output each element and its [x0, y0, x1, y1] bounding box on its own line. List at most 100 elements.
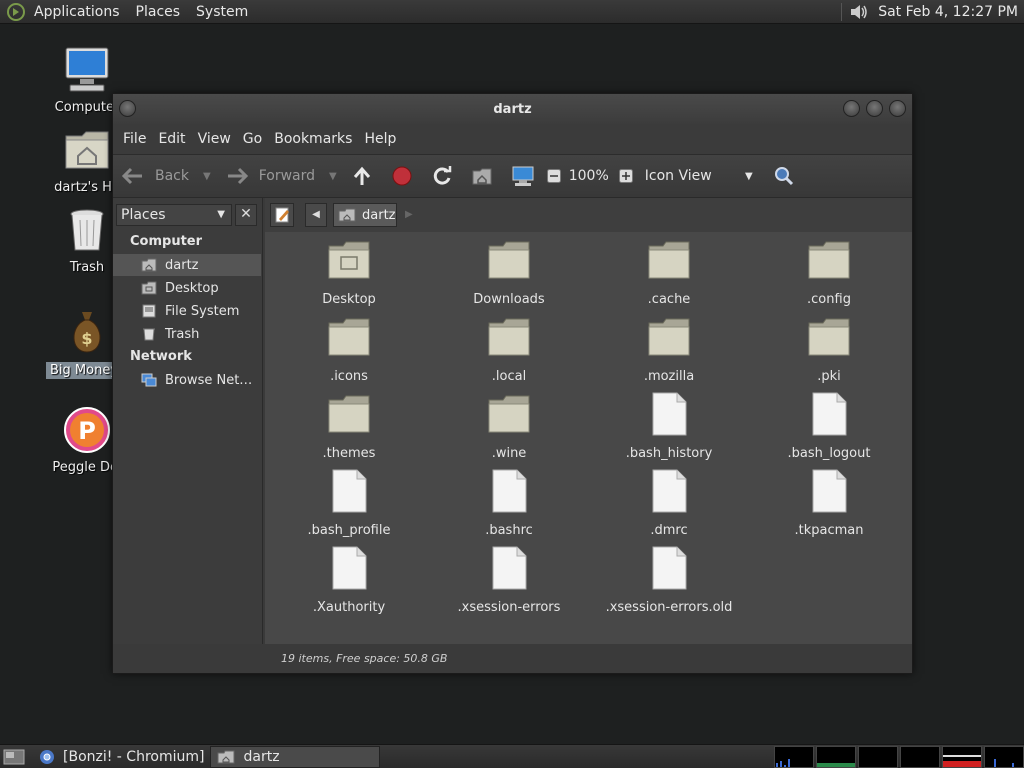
menu-bookmarks[interactable]: Bookmarks — [268, 131, 358, 147]
folder-icon — [488, 241, 530, 279]
file-name: .themes — [322, 446, 376, 461]
back-label: Back — [155, 168, 189, 184]
sidebar-item-label: Desktop — [165, 280, 219, 296]
close-sidebar-button[interactable]: ✕ — [235, 204, 257, 226]
file-item[interactable]: .xsession-errors — [429, 546, 589, 615]
folder-item[interactable]: .config — [749, 238, 909, 307]
view-mode-select[interactable]: Icon View ▼ — [645, 168, 753, 184]
zoom-in-icon[interactable] — [618, 169, 633, 183]
computer-icon[interactable] — [511, 165, 535, 187]
swap-monitor-graph — [900, 746, 940, 768]
chevron-left-icon[interactable]: ◀ — [305, 203, 327, 227]
places-combo[interactable]: Places ▼ — [116, 204, 232, 226]
folder-item[interactable]: Desktop — [269, 238, 429, 307]
taskbar-item-dartz[interactable]: dartz — [210, 745, 381, 768]
show-desktop-icon[interactable] — [3, 748, 25, 766]
title-bar[interactable]: dartz — [113, 94, 912, 124]
places-menu[interactable]: Places — [128, 4, 189, 20]
gnome-foot-icon[interactable] — [6, 2, 26, 22]
window-menu-button[interactable] — [119, 100, 136, 117]
document-icon — [492, 469, 527, 513]
clock[interactable]: Sat Feb 4, 12:27 PM — [878, 4, 1018, 20]
drive-icon — [142, 304, 156, 318]
folder-icon — [648, 318, 690, 356]
bottom-panel: [Bonzi! - Chromium] dartz — [0, 744, 1024, 768]
file-item[interactable]: .xsession-errors.old — [589, 546, 749, 615]
sidebar: Places ▼ ✕ Computer dartz Desktop File S — [113, 198, 263, 644]
folder-icon — [808, 318, 850, 356]
folder-item[interactable]: .mozilla — [589, 315, 749, 384]
forward-button[interactable]: Forward — [225, 166, 315, 186]
file-name: .icons — [330, 369, 368, 384]
file-item[interactable]: .tkpacman — [749, 469, 909, 538]
home-icon[interactable] — [471, 165, 493, 187]
sidebar-item-label: File System — [165, 303, 240, 319]
forward-history-dropdown[interactable]: ▼ — [329, 171, 337, 182]
file-name: .bashrc — [485, 523, 533, 538]
main-pane: ◀ dartz ▶ Desktop Downloads .cache .config.… — [265, 198, 912, 644]
file-name: .Xauthority — [312, 600, 386, 615]
stop-icon[interactable] — [391, 165, 413, 187]
sidebar-header-network: Network — [130, 349, 192, 364]
sidebar-item-label: dartz — [165, 257, 199, 273]
sidebar-item-desktop[interactable]: Desktop — [113, 277, 261, 299]
folder-icon — [648, 241, 690, 279]
sidebar-item-browse-network[interactable]: Browse Net… — [113, 369, 261, 391]
menu-file[interactable]: File — [117, 131, 152, 147]
sidebar-item-trash[interactable]: Trash — [113, 323, 261, 345]
file-name: .mozilla — [643, 369, 695, 384]
folder-item[interactable]: .cache — [589, 238, 749, 307]
sidebar-item-file-system[interactable]: File System — [113, 300, 261, 322]
maximize-button[interactable] — [866, 100, 883, 117]
svg-text:P: P — [78, 417, 96, 445]
up-arrow-icon[interactable] — [351, 165, 373, 187]
search-icon[interactable] — [773, 165, 795, 187]
file-item[interactable]: .bashrc — [429, 469, 589, 538]
volume-icon[interactable] — [848, 2, 870, 22]
sidebar-item-label: Browse Net… — [165, 372, 253, 388]
file-icon-grid: Desktop Downloads .cache .config .icons .loca… — [265, 232, 912, 644]
menu-view[interactable]: View — [192, 131, 237, 147]
close-button[interactable] — [889, 100, 906, 117]
file-item[interactable]: .bash_logout — [749, 392, 909, 461]
file-name: .pki — [817, 369, 841, 384]
home-folder-icon — [65, 131, 109, 169]
menu-help[interactable]: Help — [358, 131, 402, 147]
zoom-out-icon[interactable] — [546, 169, 561, 183]
system-monitor[interactable] — [772, 746, 1024, 768]
folder-item[interactable]: .local — [429, 315, 589, 384]
document-icon — [652, 546, 687, 590]
file-item[interactable]: .Xauthority — [269, 546, 429, 615]
edit-location-button[interactable] — [270, 203, 294, 227]
toolbar: Back ▼ Forward ▼ 100% Icon View ▼ — [113, 154, 912, 198]
file-item[interactable]: .bash_profile — [269, 469, 429, 538]
zoom-level: 100% — [568, 168, 609, 184]
system-menu[interactable]: System — [188, 4, 256, 20]
minimize-button[interactable] — [843, 100, 860, 117]
folder-item[interactable]: .wine — [429, 392, 589, 461]
folder-item[interactable]: .themes — [269, 392, 429, 461]
folder-item[interactable]: .icons — [269, 315, 429, 384]
back-history-dropdown[interactable]: ▼ — [203, 171, 211, 182]
svg-text:$: $ — [81, 329, 92, 348]
chevron-right-icon[interactable]: ▶ — [405, 203, 413, 227]
back-button[interactable]: Back — [121, 166, 189, 186]
file-name: .bash_history — [625, 446, 713, 461]
breadcrumb-dartz[interactable]: dartz — [333, 203, 397, 227]
menu-edit[interactable]: Edit — [152, 131, 191, 147]
folder-item[interactable]: .pki — [749, 315, 909, 384]
file-name: .xsession-errors — [457, 600, 561, 615]
file-item[interactable]: .bash_history — [589, 392, 749, 461]
file-name: .tkpacman — [794, 523, 864, 538]
places-combo-label: Places — [121, 207, 166, 223]
menu-go[interactable]: Go — [237, 131, 268, 147]
sidebar-item-dartz[interactable]: dartz — [113, 254, 261, 276]
applications-menu[interactable]: Applications — [26, 4, 128, 20]
document-icon — [812, 469, 847, 513]
folder-item[interactable]: Downloads — [429, 238, 589, 307]
reload-icon[interactable] — [431, 165, 453, 187]
load-monitor-graph — [942, 746, 982, 768]
trash-icon — [70, 209, 104, 251]
taskbar-item-chromium[interactable]: [Bonzi! - Chromium] — [33, 746, 210, 768]
file-item[interactable]: .dmrc — [589, 469, 749, 538]
